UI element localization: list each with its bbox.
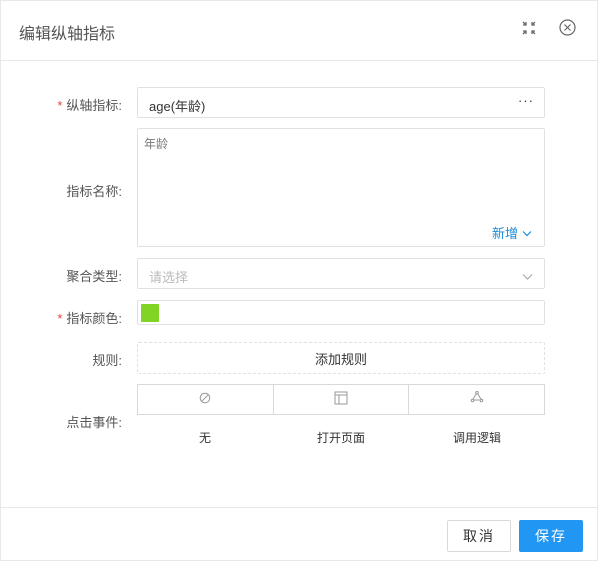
add-new-link[interactable]: 新增 [492, 223, 532, 242]
edit-axis-indicator-dialog: 编辑纵轴指标 * 纵轴指标: age(年龄) ··· 指标名称: 年龄 新增 聚… [0, 0, 598, 561]
axis-indicator-field[interactable]: age(年龄) ··· [137, 87, 545, 118]
click-event-options [137, 384, 545, 415]
ban-icon [199, 392, 211, 407]
more-options-button[interactable]: ··· [518, 93, 534, 108]
fullscreen-button[interactable] [519, 19, 539, 39]
aggregation-type-select[interactable]: 请选择 [137, 258, 545, 289]
event-option-label: 无 [198, 431, 211, 445]
aggregation-type-placeholder: 请选择 [149, 270, 189, 285]
event-option-label: 调用逻辑 [452, 431, 501, 445]
indicator-name-textarea[interactable]: 年龄 新增 [137, 128, 545, 247]
logic-cycle-icon [469, 391, 485, 408]
event-option-open-page[interactable] [272, 385, 409, 414]
indicator-color-label: * 指标颜色: [57, 311, 122, 326]
color-swatch[interactable] [141, 304, 159, 322]
cancel-button[interactable]: 取消 [447, 520, 511, 552]
dialog-footer: 取消 保存 [1, 507, 597, 561]
add-new-label: 新增 [491, 226, 518, 241]
close-icon [558, 19, 576, 39]
save-button[interactable]: 保存 [519, 520, 583, 552]
required-mark: * [57, 311, 63, 326]
event-option-label: 打开页面 [316, 431, 365, 445]
add-rule-button[interactable]: 添加规则 [137, 342, 545, 374]
close-button[interactable] [557, 19, 577, 39]
indicator-name-value: 年龄 [144, 137, 169, 151]
axis-indicator-label: * 纵轴指标: [57, 98, 122, 113]
indicator-color-field[interactable] [137, 300, 545, 325]
rules-label: 规则: [92, 353, 122, 368]
chevron-down-icon [522, 225, 532, 240]
page-layout-icon [334, 391, 348, 408]
dialog-title: 编辑纵轴指标 [19, 26, 116, 43]
event-option-none[interactable] [138, 385, 273, 414]
click-event-option-labels: 无 打开页面 调用逻辑 [137, 429, 545, 446]
axis-indicator-value: age(年龄) [149, 99, 206, 114]
chevron-down-icon [522, 269, 533, 284]
click-event-label: 点击事件: [66, 415, 122, 430]
aggregation-type-label: 聚合类型: [66, 269, 122, 284]
dialog-header: 编辑纵轴指标 [1, 1, 597, 61]
indicator-name-label: 指标名称: [66, 184, 122, 199]
event-option-call-logic[interactable] [408, 385, 544, 414]
expand-icon [522, 21, 536, 38]
required-mark: * [57, 98, 63, 113]
